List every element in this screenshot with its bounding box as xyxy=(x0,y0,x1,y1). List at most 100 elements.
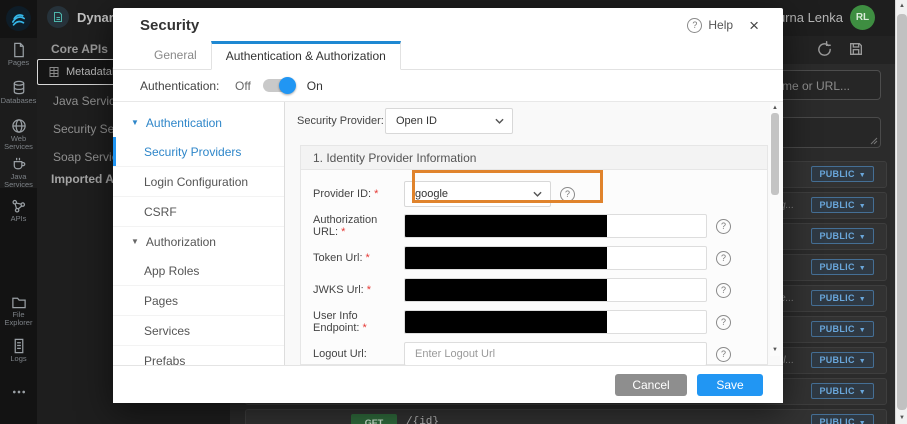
field-row-jwks-url: JWKS Url:*? xyxy=(301,274,767,306)
cancel-button[interactable]: Cancel xyxy=(615,374,687,396)
form-scrollbar-thumb[interactable] xyxy=(771,113,779,195)
help-icon: ? xyxy=(687,18,702,33)
sidebar-item-file-explorer[interactable]: FileExplorer xyxy=(0,294,37,327)
field-help-icon[interactable]: ? xyxy=(716,219,731,234)
field-help-icon[interactable]: ? xyxy=(716,283,731,298)
apis-icon xyxy=(11,198,27,214)
nav-item-security-providers[interactable]: Security Providers xyxy=(113,137,284,167)
triangle-down-icon: ▼ xyxy=(131,118,139,127)
text-input-redacted[interactable] xyxy=(404,278,707,302)
scroll-down-icon[interactable]: ▼ xyxy=(896,415,907,421)
field-row-provider-id: Provider ID:*google? xyxy=(301,178,767,210)
sidebar-item-pages[interactable]: Pages xyxy=(0,42,37,67)
dialog-tabs: General Authentication & Authorization xyxy=(113,42,783,70)
dialog-footer: Cancel Save xyxy=(113,365,783,403)
text-input-redacted[interactable] xyxy=(404,214,707,238)
security-provider-select[interactable]: Open ID xyxy=(385,108,513,134)
caret-down-icon: ▼ xyxy=(859,389,866,396)
caret-down-icon: ▼ xyxy=(859,358,866,365)
identity-provider-section: 1. Identity Provider Information Provide… xyxy=(300,145,768,365)
access-level-badge[interactable]: PUBLIC▼ xyxy=(811,197,874,213)
nav-item-app-roles[interactable]: App Roles xyxy=(113,256,284,286)
required-asterisk: * xyxy=(374,188,378,200)
pages-icon xyxy=(11,42,27,58)
scroll-up-icon[interactable]: ▲ xyxy=(896,3,907,9)
method-path: /{id} xyxy=(406,416,439,424)
text-input-redacted[interactable] xyxy=(404,310,707,334)
file-explorer-icon xyxy=(11,294,27,310)
field-help-icon[interactable]: ? xyxy=(560,187,575,202)
input-placeholder: Enter Logout Url xyxy=(415,348,495,360)
logout-url-input[interactable]: Enter Logout Url xyxy=(404,342,707,365)
redaction-bar xyxy=(405,215,607,237)
redaction-bar xyxy=(405,247,607,269)
field-help-icon[interactable]: ? xyxy=(716,347,731,362)
access-level-badge[interactable]: PUBLIC▼ xyxy=(811,166,874,182)
access-level-badge[interactable]: PUBLIC▼ xyxy=(811,414,874,424)
sidebar-item-logs[interactable]: Logs xyxy=(0,338,37,363)
authentication-toggle[interactable] xyxy=(263,79,293,92)
toggle-knob[interactable] xyxy=(279,77,296,94)
dialog-header: Security ? Help × xyxy=(113,8,783,42)
provider-id-select[interactable]: google xyxy=(404,181,551,207)
nav-item-services[interactable]: Services xyxy=(113,316,284,346)
app-icon-rail: Pages Databases WebServices JavaServices API… xyxy=(0,0,37,424)
screen: Pages Databases WebServices JavaServices API… xyxy=(0,0,907,424)
field-help-icon[interactable]: ? xyxy=(716,251,731,266)
caret-down-icon: ▼ xyxy=(859,234,866,241)
help-button[interactable]: ? Help xyxy=(687,18,733,33)
sidebar-item-apis[interactable]: APIs xyxy=(0,198,37,223)
field-row-user-info-endpoint: User Info Endpoint:*? xyxy=(301,306,767,338)
caret-down-icon: ▼ xyxy=(859,172,866,179)
sidebar-item-web-services[interactable]: WebServices xyxy=(0,118,37,151)
refresh-icon[interactable] xyxy=(816,41,833,58)
security-provider-form: Security Provider: Open ID 1. Identity P… xyxy=(285,102,783,365)
caret-down-icon: ▼ xyxy=(859,420,866,424)
text-input-redacted[interactable] xyxy=(404,246,707,270)
scrollbar-thumb[interactable] xyxy=(897,14,907,410)
avatar[interactable]: RL xyxy=(850,5,875,30)
access-level-badge[interactable]: PUBLIC▼ xyxy=(811,352,874,368)
access-level-badge[interactable]: PUBLIC▼ xyxy=(811,259,874,275)
required-asterisk: * xyxy=(367,284,371,296)
caret-down-icon: ▼ xyxy=(859,265,866,272)
save-file-icon[interactable] xyxy=(848,41,865,58)
nav-item-pages[interactable]: Pages xyxy=(113,286,284,316)
dialog-title: Security xyxy=(140,17,199,34)
resize-grip-icon[interactable] xyxy=(870,137,878,145)
nav-section-authorization[interactable]: ▼Authorization xyxy=(113,227,284,256)
form-scrollbar[interactable]: ▲ ▼ xyxy=(770,104,780,356)
field-help-icon[interactable]: ? xyxy=(716,315,731,330)
project-icon xyxy=(47,6,69,28)
chevron-down-icon xyxy=(495,118,504,125)
access-level-badge[interactable]: PUBLIC▼ xyxy=(811,228,874,244)
java-services-icon xyxy=(11,156,27,172)
caret-down-icon: ▼ xyxy=(859,296,866,303)
close-icon[interactable]: × xyxy=(749,17,759,34)
access-level-badge[interactable]: PUBLIC▼ xyxy=(811,383,874,399)
tab-authentication-authorization[interactable]: Authentication & Authorization xyxy=(211,41,401,70)
form-scroll-down-icon[interactable]: ▼ xyxy=(770,347,780,353)
dialog-sidebar: ▼AuthenticationSecurity ProvidersLogin C… xyxy=(113,102,285,365)
save-button[interactable]: Save xyxy=(697,374,763,396)
databases-icon xyxy=(11,80,27,96)
section-title: 1. Identity Provider Information xyxy=(301,146,767,170)
security-provider-row: Security Provider: Open ID xyxy=(297,108,513,134)
sidebar-item-more[interactable] xyxy=(0,384,37,401)
sidebar-item-databases[interactable]: Databases xyxy=(0,80,37,105)
nav-item-login-configuration[interactable]: Login Configuration xyxy=(113,167,284,197)
authentication-toggle-row: Authentication: Off On xyxy=(113,70,783,102)
nav-item-csrf[interactable]: CSRF xyxy=(113,197,284,227)
api-method-row[interactable]: GET/{id}PUBLIC▼ xyxy=(245,409,887,424)
redaction-bar xyxy=(405,311,607,333)
access-level-badge[interactable]: PUBLIC▼ xyxy=(811,321,874,337)
page-scrollbar[interactable]: ▲ ▼ xyxy=(895,0,907,424)
wavemaker-logo-icon[interactable] xyxy=(6,6,31,31)
redaction-bar xyxy=(405,279,607,301)
access-level-badge[interactable]: PUBLIC▼ xyxy=(811,290,874,306)
required-asterisk: * xyxy=(362,322,366,334)
nav-section-authentication[interactable]: ▼Authentication xyxy=(113,108,284,137)
tab-general[interactable]: General xyxy=(140,42,211,69)
sidebar-item-java-services[interactable]: JavaServices xyxy=(0,156,37,189)
form-scroll-up-icon[interactable]: ▲ xyxy=(770,105,780,111)
